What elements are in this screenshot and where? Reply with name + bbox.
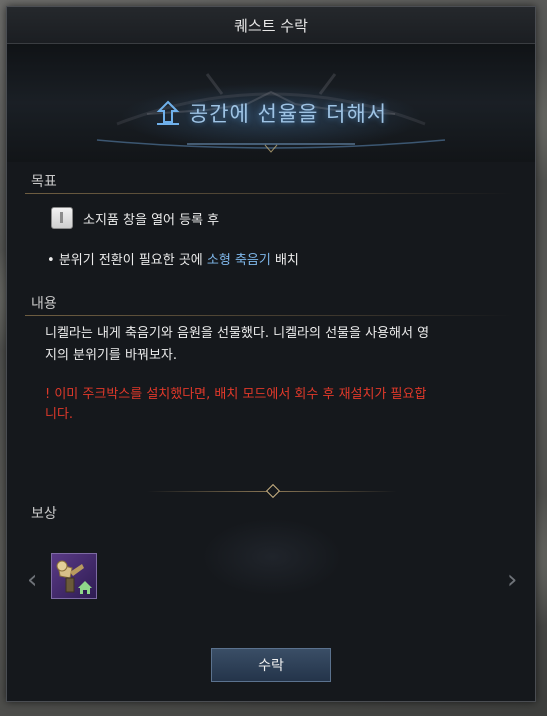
reward-emblem xyxy=(157,497,387,617)
window-titlebar[interactable]: 퀘스트 수락 xyxy=(7,7,535,44)
objective-item-text: 소지품 창을 열어 등록 후 xyxy=(83,212,220,228)
objective-task: • 분위기 전환이 필요한 곳에 소형 축음기 배치 xyxy=(47,249,299,268)
quest-accept-window: 퀘스트 수락 공간에 선율을 더해서 목표 소지품 창을 열어 등록 후 • 분… xyxy=(6,6,536,702)
divider-diamond-icon xyxy=(265,483,281,499)
content-line: 지의 분위기를 바꿔보자. xyxy=(45,348,177,363)
content-line: 니켈라는 내게 축음기와 음원을 선물했다. 니켈라의 선물을 사용해서 영 xyxy=(45,326,430,341)
accept-button-label: 수락 xyxy=(258,658,284,674)
reward-item-slot[interactable] xyxy=(51,553,97,599)
objective-divider xyxy=(25,193,513,194)
quest-banner: 공간에 선율을 더해서 xyxy=(7,44,535,162)
warning-line: 니다. xyxy=(45,407,74,422)
item-book-icon xyxy=(51,207,73,229)
reward-label: 보상 xyxy=(31,506,57,522)
objective-item-row: 소지품 창을 열어 등록 후 xyxy=(51,207,219,229)
accept-button[interactable]: 수락 xyxy=(211,648,331,682)
content-divider xyxy=(25,315,513,316)
gramophone-icon xyxy=(56,560,92,594)
reward-next-arrow-icon[interactable]: › xyxy=(507,567,517,593)
quest-title: 공간에 선율을 더해서 xyxy=(188,102,388,126)
warning-line: ! 이미 주크박스를 설치했다면, 배치 모드에서 회수 후 재설치가 필요합 xyxy=(45,387,427,402)
objective-label: 목표 xyxy=(31,174,57,190)
reward-prev-arrow-icon[interactable]: ‹ xyxy=(27,567,37,593)
bullet: • xyxy=(47,253,55,268)
content-label: 내용 xyxy=(31,296,57,312)
window-title: 퀘스트 수락 xyxy=(234,16,308,35)
task-highlight: 소형 축음기 xyxy=(206,253,271,268)
quest-arrow-icon xyxy=(156,100,180,125)
task-suffix: 배치 xyxy=(270,253,299,268)
content-warning: ! 이미 주크박스를 설치했다면, 배치 모드에서 회수 후 재설치가 필요합 … xyxy=(45,385,495,425)
task-prefix: 분위기 전환이 필요한 곳에 xyxy=(58,253,207,268)
content-description: 니켈라는 내게 축음기와 음원을 선물했다. 니켈라의 선물을 사용해서 영 지… xyxy=(45,323,495,367)
